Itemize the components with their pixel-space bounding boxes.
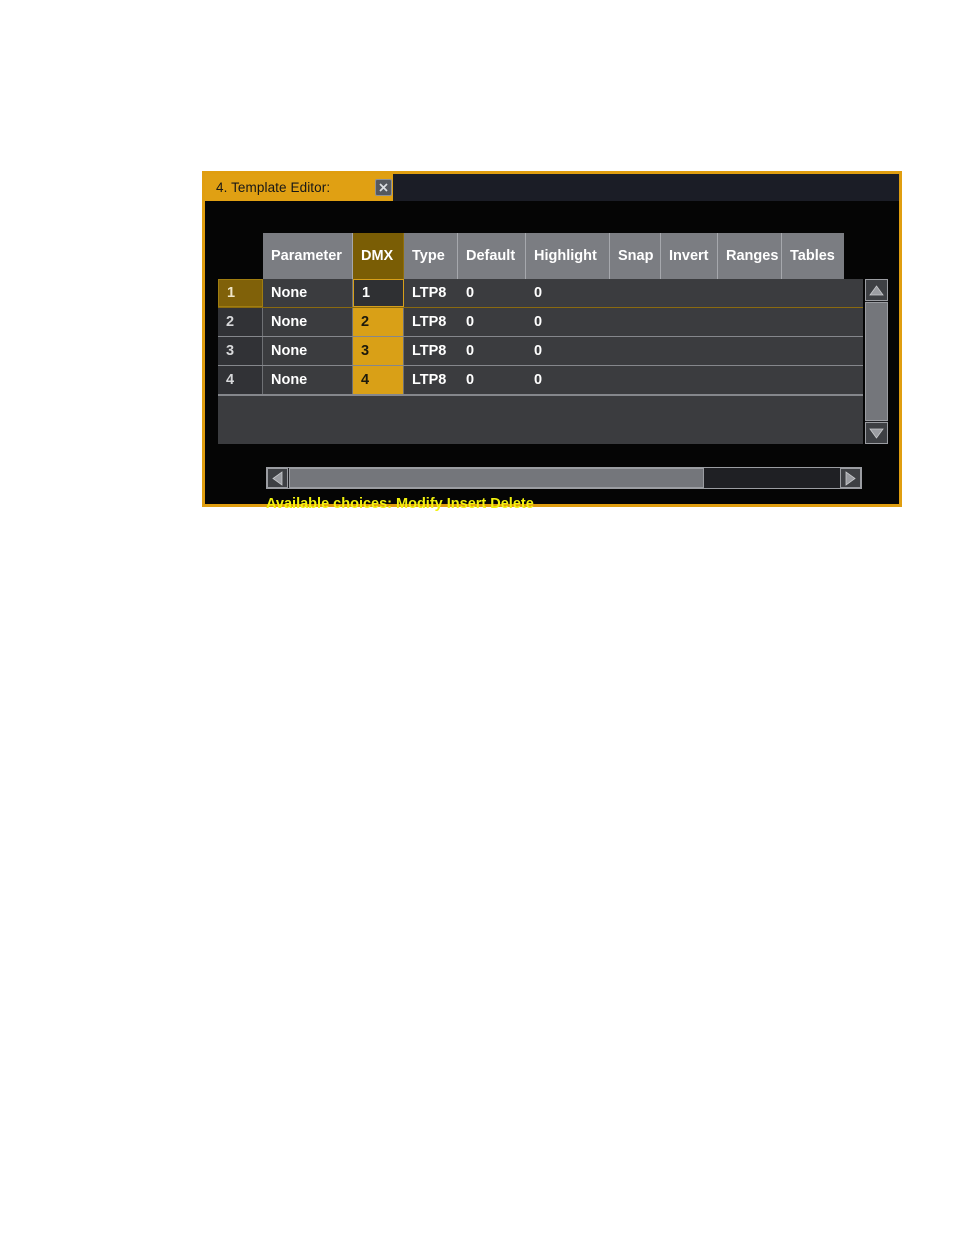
cell-type[interactable]: LTP8 — [404, 279, 458, 307]
triangle-right-icon[interactable] — [840, 468, 861, 488]
window-title-tab[interactable]: 4. Template Editor: — [205, 174, 393, 201]
cell-dmx[interactable]: 1 — [353, 279, 404, 307]
cell-def[interactable]: 0 — [458, 337, 526, 365]
cell-tables[interactable] — [782, 337, 844, 365]
triangle-down-icon[interactable] — [865, 422, 888, 444]
cell-tables[interactable] — [782, 279, 844, 307]
cell-ranges[interactable] — [718, 337, 782, 365]
cell-num[interactable]: 2 — [218, 308, 263, 336]
triangle-up-icon[interactable] — [865, 279, 888, 301]
cell-invert[interactable] — [661, 308, 718, 336]
cell-num[interactable]: 3 — [218, 337, 263, 365]
parameter-table-area: Parameter DMX Type Default Highlight Snap Inve… — [218, 201, 890, 444]
table-header-def[interactable]: Default — [458, 233, 526, 279]
parameter-table: Parameter DMX Type Default Highlight Snap Inve… — [218, 201, 863, 444]
cell-invert[interactable] — [661, 366, 718, 394]
cell-num[interactable]: 1 — [218, 279, 263, 307]
cell-param[interactable]: None — [263, 366, 353, 394]
cell-tables[interactable] — [782, 308, 844, 336]
table-header-tables[interactable]: Tables — [782, 233, 844, 279]
horizontal-scrollbar[interactable] — [266, 467, 862, 489]
cell-dmx[interactable]: 4 — [353, 366, 404, 394]
window-title: 4. Template Editor: — [216, 180, 331, 195]
cell-type[interactable]: LTP8 — [404, 366, 458, 394]
close-icon[interactable] — [375, 179, 392, 196]
table-header-hl[interactable]: Highlight — [526, 233, 610, 279]
vertical-scrollbar[interactable] — [863, 279, 890, 444]
table-empty-area — [218, 395, 863, 444]
cell-def[interactable]: 0 — [458, 366, 526, 394]
cell-tables[interactable] — [782, 366, 844, 394]
cell-ranges[interactable] — [718, 308, 782, 336]
cell-ranges[interactable] — [718, 366, 782, 394]
cell-def[interactable]: 0 — [458, 308, 526, 336]
cell-dmx[interactable]: 3 — [353, 337, 404, 365]
cell-dmx[interactable]: 2 — [353, 308, 404, 336]
table-row[interactable]: 2 None 2 LTP8 0 0 — [218, 308, 863, 337]
cell-snap[interactable] — [610, 366, 661, 394]
status-message: Available choices: Modify Insert Delete — [266, 496, 534, 512]
cell-snap[interactable] — [610, 308, 661, 336]
cell-hl[interactable]: 0 — [526, 308, 610, 336]
cell-num[interactable]: 4 — [218, 366, 263, 394]
window-titlebar: 4. Template Editor: — [205, 174, 899, 201]
table-header-ranges[interactable]: Ranges — [718, 233, 782, 279]
cell-hl[interactable]: 0 — [526, 337, 610, 365]
table-header-invert[interactable]: Invert — [661, 233, 718, 279]
cell-ranges[interactable] — [718, 279, 782, 307]
cell-snap[interactable] — [610, 337, 661, 365]
cell-def[interactable]: 0 — [458, 279, 526, 307]
cell-type[interactable]: LTP8 — [404, 337, 458, 365]
triangle-left-icon[interactable] — [267, 468, 288, 488]
cell-invert[interactable] — [661, 337, 718, 365]
table-header-row: Parameter DMX Type Default Highlight Snap Inve… — [218, 233, 863, 279]
table-row[interactable]: 4 None 4 LTP8 0 0 — [218, 366, 863, 395]
screenshot-canvas: 4. Template Editor: Parameter DMX Type Defa… — [0, 0, 954, 1235]
table-header-snap[interactable]: Snap — [610, 233, 661, 279]
table-row[interactable]: 1 None 1 LTP8 0 0 — [218, 279, 863, 308]
window-body: Parameter DMX Type Default Highlight Snap Inve… — [205, 201, 899, 512]
cell-snap[interactable] — [610, 279, 661, 307]
horizontal-scrollbar-thumb[interactable] — [289, 468, 704, 488]
table-header-param[interactable]: Parameter — [263, 233, 353, 279]
template-editor-window: 4. Template Editor: Parameter DMX Type Defa… — [202, 171, 902, 512]
cell-hl[interactable]: 0 — [526, 279, 610, 307]
cell-param[interactable]: None — [263, 308, 353, 336]
table-row[interactable]: 3 None 3 LTP8 0 0 — [218, 337, 863, 366]
cell-type[interactable]: LTP8 — [404, 308, 458, 336]
vertical-scrollbar-thumb[interactable] — [865, 302, 888, 421]
table-header-rownum-spacer — [218, 233, 263, 279]
cell-hl[interactable]: 0 — [526, 366, 610, 394]
table-header-dmx[interactable]: DMX — [353, 233, 404, 279]
cell-param[interactable]: None — [263, 279, 353, 307]
table-header-type[interactable]: Type — [404, 233, 458, 279]
cell-invert[interactable] — [661, 279, 718, 307]
cell-param[interactable]: None — [263, 337, 353, 365]
